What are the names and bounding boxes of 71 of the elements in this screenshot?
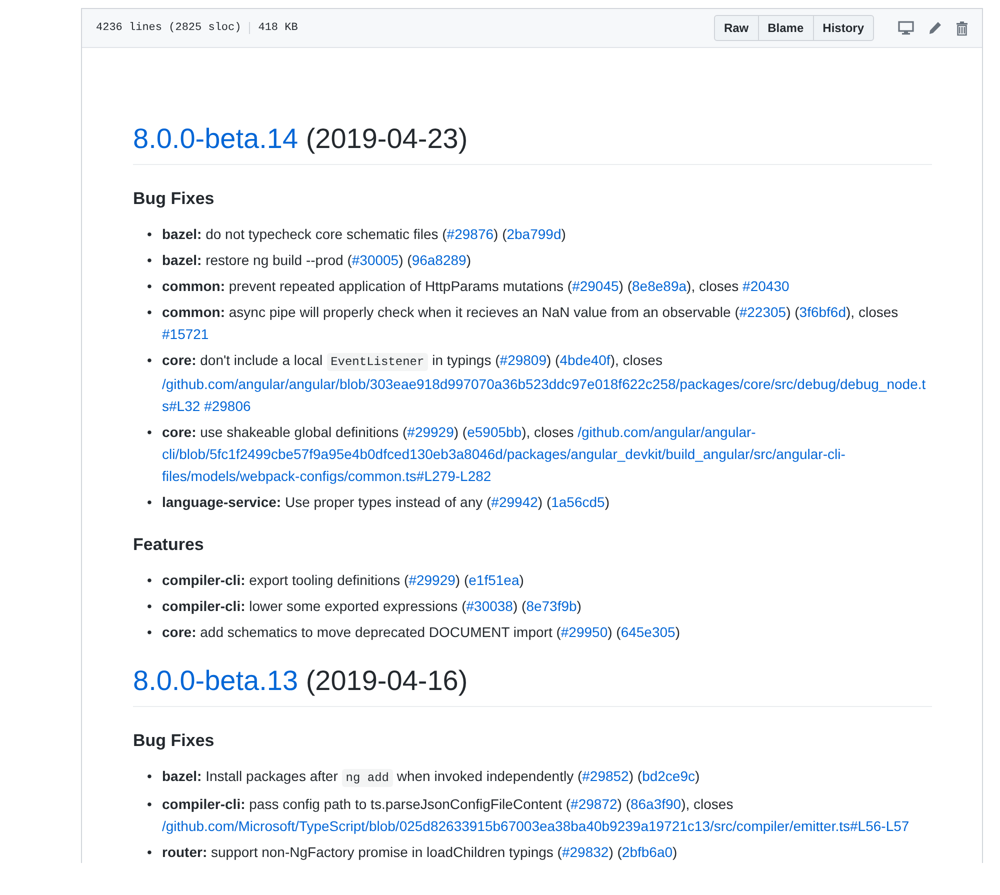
changelog-entry: compiler-cli: export tooling definitions (#29929) (e1f51ea) — [162, 571, 525, 590]
changelog-entry: core: use shakeable global definitions (#29929) (e5905bb), closes /github.com/angular/angular-cli/blob/5fc1f2499cbe57f9a95e4b0dfced130eb3a8046d/packages/angular_devkit/build_angular/src/angular-cli-files/models/webpack-configs/common.ts#L279-L282 — [162, 423, 846, 486]
link[interactable]: 86a3f90 — [630, 796, 682, 812]
link[interactable]: 645e305 — [620, 624, 676, 640]
changelog-entry: compiler-cli: lower some exported expressions (#30038) (8e73f9b) — [162, 597, 582, 616]
bullet: • — [147, 251, 153, 270]
link[interactable]: #30005 — [352, 252, 399, 268]
line-count: 4236 lines (2825 sloc) — [96, 22, 242, 34]
link[interactable]: 2ba799d — [506, 226, 562, 242]
link[interactable]: 2bfb6a0 — [622, 844, 673, 860]
inline-code: EventListener — [326, 353, 428, 371]
file-action-button[interactable]: Blame — [758, 15, 814, 41]
changelog-entry: bazel: restore ng build --prod (#30005) (96a8289) — [162, 251, 472, 270]
link[interactable]: #29942 — [491, 494, 538, 510]
link[interactable]: #29832 — [562, 844, 609, 860]
inline-code: ng add — [342, 769, 393, 787]
link[interactable]: 3f6bf6d — [799, 304, 846, 320]
bullet: • — [147, 351, 153, 370]
section-heading: Bug Fixes — [133, 731, 216, 751]
link[interactable]: 4bde40f — [560, 352, 610, 368]
link[interactable]: 96a8289 — [412, 252, 466, 268]
link[interactable]: #30038 — [466, 598, 513, 614]
release-date: (2019-04-23) — [306, 123, 468, 154]
changelog-entry: core: add schematics to move deprecated DOCUMENT import (#29950) (645e305) — [162, 623, 682, 642]
changelog-entry: compiler-cli: pass config path to ts.parseJsonConfigFileContent (#29872) (86a3f90), closes /github.com/Microsoft/TypeScript/blob/025d82633915b67003ea38ba40b9239a19721c13/src/compiler/emitter.ts#L56-L57 — [162, 795, 910, 836]
file-size: 418 KB — [249, 22, 298, 34]
changelog-entry: language-service: Use proper types instead of any (#29942) (1a56cd5) — [162, 493, 610, 512]
section-heading: Features — [133, 535, 205, 555]
link[interactable]: 8e73f9b — [526, 598, 577, 614]
section-heading: Bug Fixes — [133, 189, 216, 209]
desktop-icon[interactable] — [898, 21, 914, 35]
link[interactable]: #29806 — [204, 398, 251, 414]
changelog-entry: router: support non-NgFactory promise in loadChildren typings (#29832) (2bfb6a0) — [162, 843, 678, 862]
changelog-entry: bazel: Install packages after ng add when invoked independently (#29852) (bd2ce9c) — [162, 767, 701, 789]
bullet: • — [147, 767, 153, 786]
link[interactable]: bd2ce9c — [642, 768, 695, 784]
bullet: • — [147, 623, 153, 642]
release-date: (2019-04-16) — [306, 665, 468, 696]
trash-icon[interactable] — [956, 20, 968, 36]
link[interactable]: #29929 — [407, 424, 454, 440]
link[interactable]: #15721 — [162, 326, 209, 342]
link[interactable]: #29876 — [446, 226, 494, 242]
link[interactable]: e5905bb — [467, 424, 522, 440]
bullet: • — [147, 795, 153, 814]
bullet: • — [147, 493, 153, 512]
bullet: • — [147, 303, 153, 322]
bullet: • — [147, 571, 153, 590]
changelog-entry: common: async pipe will properly check when it recieves an NaN value from an observable (#22305) (3f6bf6d), closes #15721 — [162, 303, 900, 344]
link[interactable]: #20430 — [742, 278, 790, 294]
link[interactable]: 8e8e89a — [632, 278, 687, 294]
file-action-button[interactable]: Raw — [714, 15, 759, 41]
bullet: • — [147, 423, 153, 442]
pencil-icon[interactable] — [928, 21, 942, 35]
changelog-entry: common: prevent repeated application of HttpParams mutations (#29045) (8e8e89a), closes #20430 — [162, 277, 790, 296]
link[interactable]: #29929 — [408, 572, 456, 588]
file-action-button[interactable]: History — [812, 15, 874, 41]
changelog-entry: bazel: do not typecheck core schematic files (#29876) (2ba799d) — [162, 225, 567, 244]
bullet: • — [147, 597, 153, 616]
link[interactable]: #29872 — [570, 796, 618, 812]
link[interactable]: #29950 — [560, 624, 608, 640]
bullet: • — [147, 225, 153, 244]
link[interactable]: #29852 — [582, 768, 629, 784]
version-link[interactable]: 8.0.0-beta.13 — [133, 665, 298, 696]
link[interactable]: #29045 — [572, 278, 619, 294]
link[interactable]: 1a56cd5 — [551, 494, 605, 510]
link[interactable]: e1f51ea — [468, 572, 520, 588]
bullet: • — [147, 277, 153, 296]
bullet: • — [147, 843, 153, 862]
version-link[interactable]: 8.0.0-beta.14 — [133, 123, 298, 154]
link[interactable]: #22305 — [739, 304, 786, 320]
link[interactable]: #29809 — [500, 352, 546, 368]
